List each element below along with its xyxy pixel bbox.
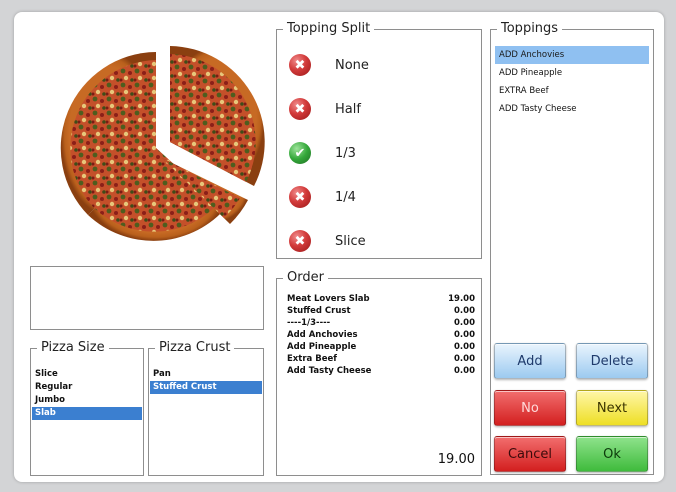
next-button[interactable]: Next <box>576 390 648 426</box>
pizza-crust-group: Pizza Crust Pan Stuffed Crust <box>148 339 264 476</box>
split-option-label: Half <box>335 101 361 117</box>
ok-button[interactable]: Ok <box>576 436 648 472</box>
order-line-name: Stuffed Crust <box>287 306 351 316</box>
order-line-name: Add Tasty Cheese <box>287 366 372 376</box>
x-circle-icon: ✖ <box>289 54 311 76</box>
order-lines: Meat Lovers Slab 19.00 Stuffed Crust 0.00 --… <box>287 293 475 377</box>
pizza-size-item[interactable]: Slice <box>32 368 142 381</box>
order-total: 19.00 <box>437 452 475 467</box>
pizza-crust-item[interactable]: Pan <box>150 368 262 381</box>
split-option-label: None <box>335 57 369 73</box>
pizza-size-group: Pizza Size Slice Regular Jumbo Slab <box>30 339 144 476</box>
topping-split-legend: Topping Split <box>283 20 375 38</box>
pizza-size-item[interactable]: Regular <box>32 381 142 394</box>
order-line: ----1/3---- 0.00 <box>287 317 475 329</box>
split-option[interactable]: ✔ 1/3 <box>289 140 371 166</box>
pizza-crust-list: Pan Stuffed Crust <box>150 368 262 394</box>
order-line: Meat Lovers Slab 19.00 <box>287 293 475 305</box>
topping-list-item[interactable]: ADD Tasty Cheese <box>495 100 649 118</box>
split-option[interactable]: ✖ Half <box>289 96 371 122</box>
order-line-price: 0.00 <box>454 366 475 376</box>
pizza-crust-item[interactable]: Stuffed Crust <box>150 381 262 394</box>
x-circle-icon: ✖ <box>289 98 311 120</box>
order-line-name: Add Pineapple <box>287 342 357 352</box>
order-line-name: Meat Lovers Slab <box>287 294 370 304</box>
x-circle-icon: ✖ <box>289 186 311 208</box>
cancel-button[interactable]: Cancel <box>494 436 566 472</box>
pizza-slice <box>170 46 265 186</box>
split-option-label: Slice <box>335 233 366 249</box>
split-option[interactable]: ✖ Slice <box>289 228 371 254</box>
topping-list-item[interactable]: ADD Anchovies <box>495 46 649 64</box>
split-option[interactable]: ✖ 1/4 <box>289 184 371 210</box>
order-line: Stuffed Crust 0.00 <box>287 305 475 317</box>
x-circle-icon: ✖ <box>289 230 311 252</box>
toppings-legend: Toppings <box>497 20 563 38</box>
pizza-size-item[interactable]: Slab <box>32 407 142 420</box>
split-option-label: 1/4 <box>335 189 356 205</box>
order-legend: Order <box>283 269 328 287</box>
order-group: Order Meat Lovers Slab 19.00 Stuffed Crust… <box>276 269 482 476</box>
topping-list-item[interactable]: ADD Pineapple <box>495 64 649 82</box>
order-line-price: 0.00 <box>454 330 475 340</box>
pizza-size-list: Slice Regular Jumbo Slab <box>32 368 142 420</box>
topping-list-item[interactable]: EXTRA Beef <box>495 82 649 100</box>
order-line-price: 0.00 <box>454 354 475 364</box>
split-option-label: 1/3 <box>335 145 356 161</box>
pizza-crust-legend: Pizza Crust <box>155 339 235 357</box>
delete-button[interactable]: Delete <box>576 343 648 379</box>
add-button[interactable]: Add <box>494 343 566 379</box>
order-line-name: Add Anchovies <box>287 330 358 340</box>
order-line-price: 19.00 <box>448 294 475 304</box>
order-line: Add Tasty Cheese 0.00 <box>287 365 475 377</box>
pizza-size-item[interactable]: Jumbo <box>32 394 142 407</box>
order-line-name: Extra Beef <box>287 354 337 364</box>
topping-split-group: Topping Split ✖ None ✖ Half ✔ 1/3 ✖ 1/4 ✖ Slice <box>276 20 482 259</box>
check-circle-icon: ✔ <box>289 142 311 164</box>
order-line-price: 0.00 <box>454 342 475 352</box>
order-line: Add Pineapple 0.00 <box>287 341 475 353</box>
order-line-price: 0.00 <box>454 318 475 328</box>
pizza-image <box>36 40 276 250</box>
notes-box <box>30 266 264 330</box>
pizza-size-legend: Pizza Size <box>37 339 109 357</box>
toppings-list: ADD Anchovies ADD Pineapple EXTRA Beef ADD … <box>495 46 649 118</box>
pizza-order-window: Topping Split ✖ None ✖ Half ✔ 1/3 ✖ 1/4 ✖ Slice T… <box>14 12 664 482</box>
order-line: Add Anchovies 0.00 <box>287 329 475 341</box>
order-line: Extra Beef 0.00 <box>287 353 475 365</box>
split-option[interactable]: ✖ None <box>289 52 371 78</box>
order-line-price: 0.00 <box>454 306 475 316</box>
order-line-name: ----1/3---- <box>287 318 331 328</box>
no-button[interactable]: No <box>494 390 566 426</box>
